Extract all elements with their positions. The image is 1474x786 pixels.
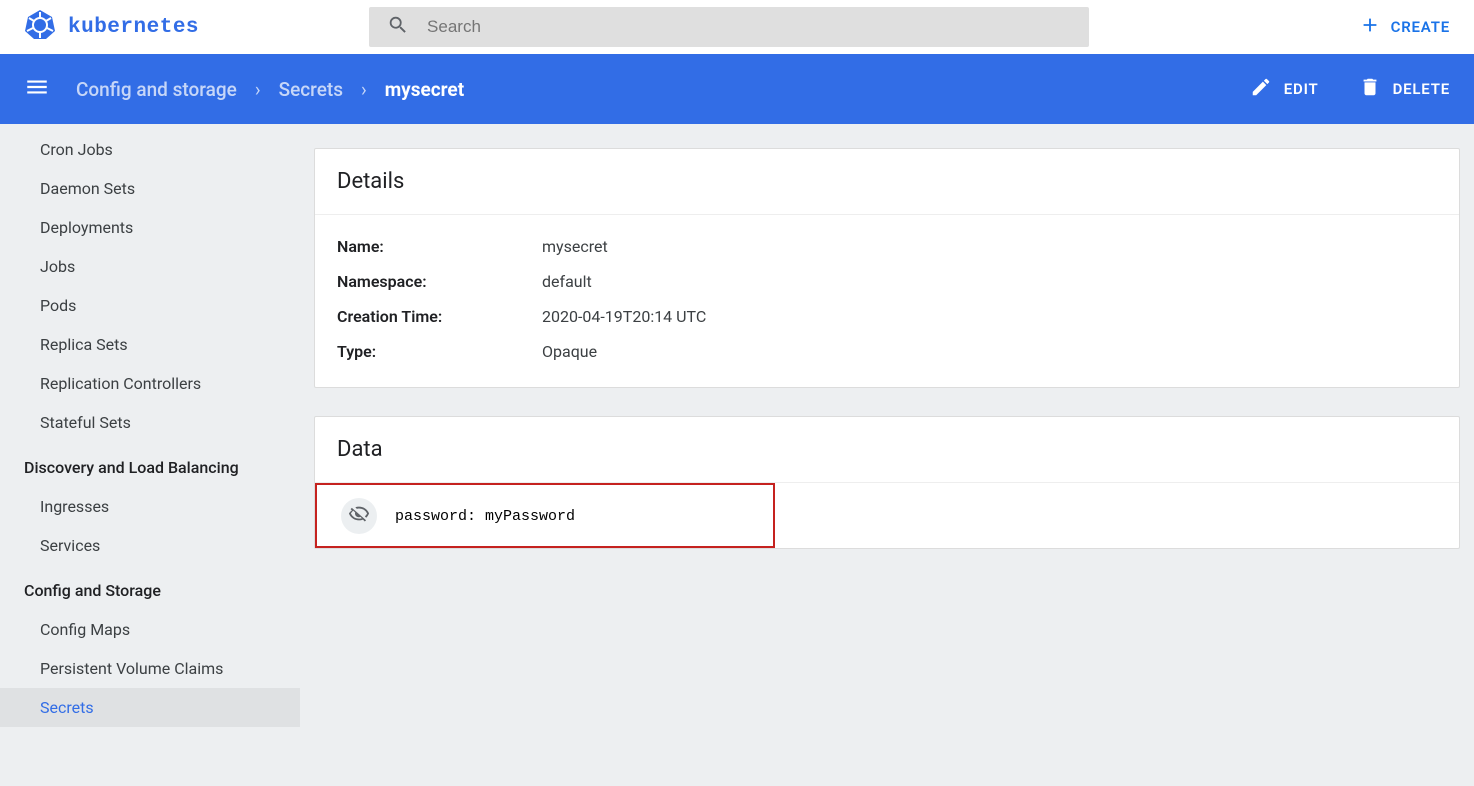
secret-value: myPassword	[485, 508, 575, 525]
sidebar-item-pvc[interactable]: Persistent Volume Claims	[0, 649, 300, 688]
top-bar: kubernetes CREATE	[0, 0, 1474, 54]
sidebar-group-discovery-title: Discovery and Load Balancing	[0, 442, 300, 487]
search-box[interactable]	[369, 7, 1089, 47]
chevron-right-icon: ›	[255, 78, 261, 101]
create-label: CREATE	[1391, 18, 1450, 36]
secret-entry: password: myPassword	[395, 508, 575, 525]
sidebar-item-config-maps[interactable]: Config Maps	[0, 610, 300, 649]
sidebar-item-cron-jobs[interactable]: Cron Jobs	[0, 130, 300, 169]
chevron-right-icon: ›	[361, 78, 367, 101]
detail-value: default	[542, 272, 592, 291]
sidebar-item-daemon-sets[interactable]: Daemon Sets	[0, 169, 300, 208]
search-input[interactable]	[427, 17, 1071, 37]
detail-label: Name:	[337, 237, 542, 256]
data-title: Data	[315, 417, 1459, 483]
detail-value: mysecret	[542, 237, 608, 256]
detail-label: Type:	[337, 342, 542, 361]
edit-button[interactable]: EDIT	[1250, 76, 1319, 102]
detail-row-name: Name: mysecret	[337, 229, 1437, 264]
sidebar-item-jobs[interactable]: Jobs	[0, 247, 300, 286]
delete-button[interactable]: DELETE	[1359, 76, 1450, 102]
search-icon	[387, 14, 409, 40]
secret-data-row: password: myPassword	[315, 483, 775, 548]
kubernetes-icon	[24, 8, 56, 47]
detail-label: Namespace:	[337, 272, 542, 291]
plus-icon	[1359, 14, 1381, 40]
sidebar-group-config-title: Config and Storage	[0, 565, 300, 610]
detail-row-namespace: Namespace: default	[337, 264, 1437, 299]
breadcrumb: Config and storage › Secrets › mysecret	[76, 78, 464, 101]
detail-row-creation-time: Creation Time: 2020-04-19T20:14 UTC	[337, 299, 1437, 334]
secret-key: password:	[395, 508, 476, 525]
brand-logo: kubernetes	[24, 8, 199, 47]
details-title: Details	[315, 149, 1459, 215]
details-card: Details Name: mysecret Namespace: defaul…	[314, 148, 1460, 388]
data-card: Data password: myPassword	[314, 416, 1460, 549]
sidebar-item-services[interactable]: Services	[0, 526, 300, 565]
edit-label: EDIT	[1284, 80, 1319, 98]
trash-icon	[1359, 76, 1381, 102]
eye-off-icon	[348, 503, 370, 529]
sidebar-item-stateful-sets[interactable]: Stateful Sets	[0, 403, 300, 442]
pencil-icon	[1250, 76, 1272, 102]
sidebar: Cron Jobs Daemon Sets Deployments Jobs P…	[0, 124, 300, 786]
menu-icon[interactable]	[24, 74, 50, 104]
sidebar-item-replication-controllers[interactable]: Replication Controllers	[0, 364, 300, 403]
breadcrumb-bar: Config and storage › Secrets › mysecret …	[0, 54, 1474, 124]
detail-value: Opaque	[542, 342, 597, 361]
sidebar-item-deployments[interactable]: Deployments	[0, 208, 300, 247]
sidebar-item-ingresses[interactable]: Ingresses	[0, 487, 300, 526]
detail-label: Creation Time:	[337, 307, 542, 326]
brand-name: kubernetes	[68, 16, 199, 39]
detail-value: 2020-04-19T20:14 UTC	[542, 307, 706, 326]
breadcrumb-secrets[interactable]: Secrets	[279, 78, 343, 101]
breadcrumb-config-storage[interactable]: Config and storage	[76, 78, 237, 101]
breadcrumb-current: mysecret	[385, 78, 464, 101]
sidebar-item-replica-sets[interactable]: Replica Sets	[0, 325, 300, 364]
detail-row-type: Type: Opaque	[337, 334, 1437, 369]
delete-label: DELETE	[1393, 80, 1450, 98]
toggle-secret-visibility-button[interactable]	[341, 498, 377, 534]
create-button[interactable]: CREATE	[1359, 14, 1450, 40]
main-content: Details Name: mysecret Namespace: defaul…	[300, 124, 1474, 786]
sidebar-item-secrets[interactable]: Secrets	[0, 688, 300, 727]
sidebar-item-pods[interactable]: Pods	[0, 286, 300, 325]
